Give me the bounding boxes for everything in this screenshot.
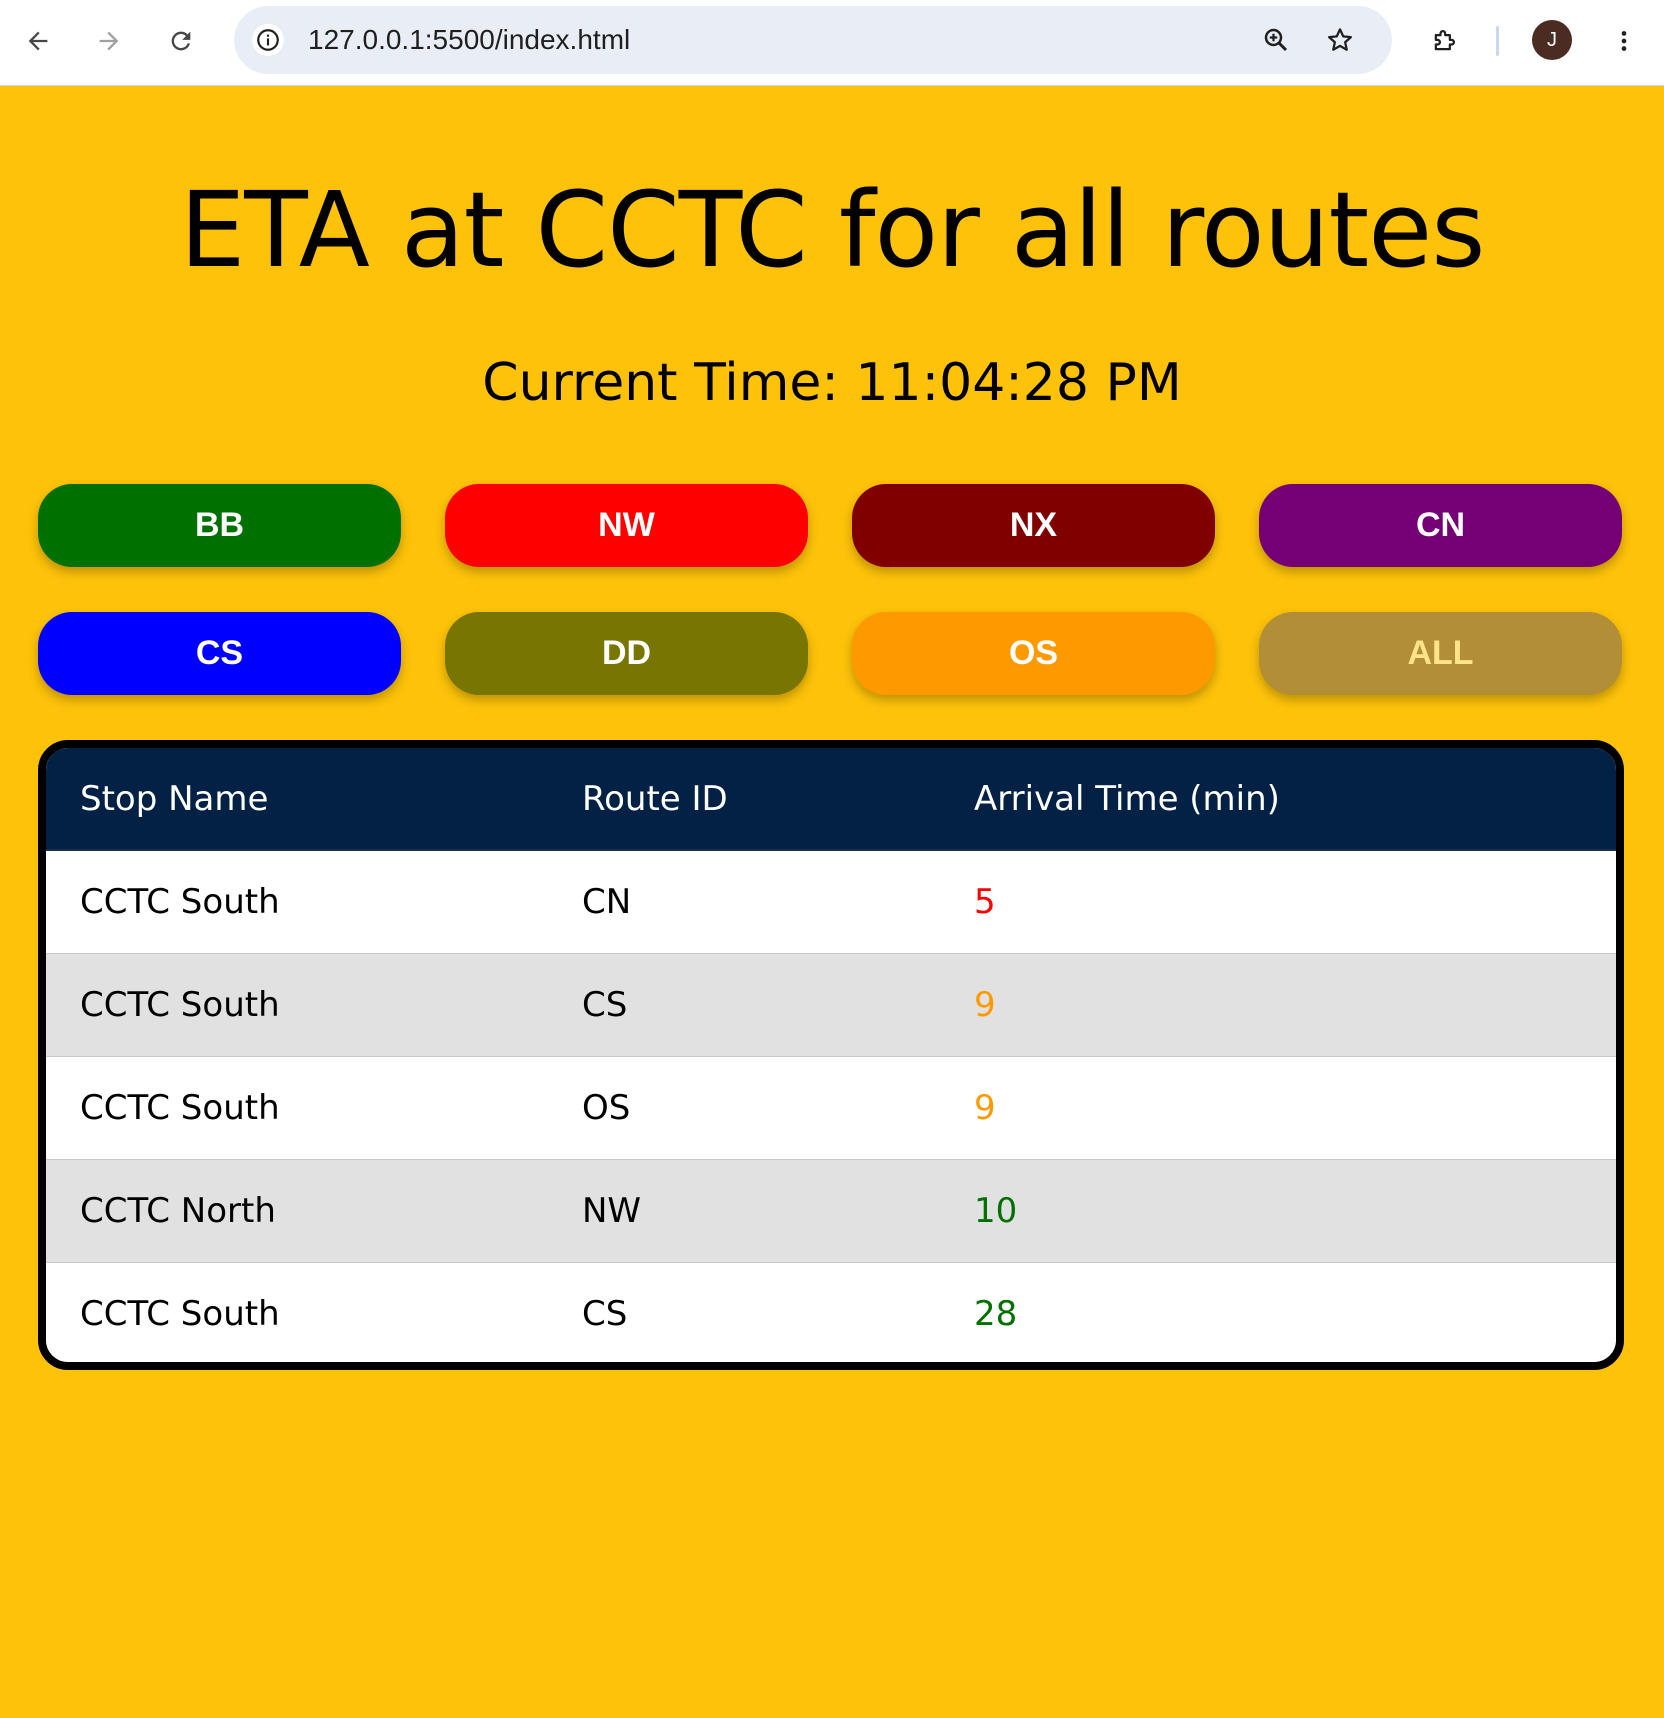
- reload-button[interactable]: [159, 19, 203, 63]
- table-row: CCTC South CS 9: [46, 953, 1616, 1057]
- cell-arrival-time: 10: [940, 1159, 1616, 1263]
- table-row: CCTC South CS 28: [46, 1262, 1616, 1362]
- table-row: CCTC North NW 10: [46, 1159, 1616, 1263]
- cell-route-id: CS: [548, 953, 940, 1057]
- table-header-row: Stop Name Route ID Arrival Time (min): [46, 748, 1616, 851]
- eta-table: Stop Name Route ID Arrival Time (min) CC…: [38, 740, 1624, 1370]
- extensions-button[interactable]: [1422, 19, 1466, 63]
- cell-arrival-time: 28: [940, 1262, 1616, 1362]
- route-button-os[interactable]: OS: [852, 612, 1215, 695]
- table-row: CCTC South CN 5: [46, 849, 1616, 954]
- route-button-nx[interactable]: NX: [852, 484, 1215, 567]
- header-route-id[interactable]: Route ID: [548, 748, 940, 851]
- address-bar[interactable]: 127.0.0.1:5500/index.html: [234, 6, 1392, 74]
- arrow-left-icon: [28, 31, 48, 51]
- route-button-dd[interactable]: DD: [445, 612, 808, 695]
- header-arrival-time[interactable]: Arrival Time (min): [940, 748, 1616, 851]
- current-time: Current Time: 11:04:28 PM: [0, 348, 1664, 418]
- page-title: ETA at CCTC for all routes: [179, 169, 1486, 291]
- route-button-all[interactable]: ALL: [1259, 612, 1622, 695]
- menu-button[interactable]: [1602, 19, 1646, 63]
- cell-stop-name: CCTC South: [46, 1056, 548, 1160]
- profile-avatar[interactable]: J: [1532, 20, 1572, 60]
- current-time-value: 11:04:28 PM: [855, 353, 1182, 413]
- browser-toolbar: 127.0.0.1:5500/index.html J: [0, 0, 1664, 86]
- cell-stop-name: CCTC South: [46, 849, 548, 954]
- cell-route-id: NW: [548, 1159, 940, 1263]
- cell-route-id: CS: [548, 1262, 940, 1362]
- cell-stop-name: CCTC South: [46, 953, 548, 1057]
- cell-stop-name: CCTC South: [46, 1262, 548, 1362]
- puzzle-icon: [1434, 30, 1455, 51]
- cell-arrival-time: 5: [940, 849, 1616, 954]
- route-button-bb[interactable]: BB: [38, 484, 401, 567]
- toolbar-divider: [1496, 26, 1499, 56]
- cell-arrival-time: 9: [940, 1056, 1616, 1160]
- zoom-icon[interactable]: [1258, 22, 1294, 58]
- header-stop-name[interactable]: Stop Name: [46, 748, 548, 851]
- route-button-cn[interactable]: CN: [1259, 484, 1622, 567]
- route-button-cs[interactable]: CS: [38, 612, 401, 695]
- url-text[interactable]: 127.0.0.1:5500/index.html: [308, 6, 630, 74]
- table-row: CCTC South OS 9: [46, 1056, 1616, 1160]
- route-button-nw[interactable]: NW: [445, 484, 808, 567]
- current-time-label: Current Time:: [482, 353, 839, 413]
- cell-route-id: CN: [548, 849, 940, 954]
- arrow-right-icon: [99, 31, 119, 51]
- cell-arrival-time: 9: [940, 953, 1616, 1057]
- bookmark-star-icon[interactable]: [1322, 22, 1358, 58]
- cell-route-id: OS: [548, 1056, 940, 1160]
- cell-stop-name: CCTC North: [46, 1159, 548, 1263]
- more-vert-icon: [1621, 31, 1627, 51]
- forward-button[interactable]: [87, 19, 131, 63]
- site-info-icon[interactable]: [252, 24, 284, 56]
- route-filter-buttons: BB NW NX CN CS DD OS ALL: [38, 484, 1624, 695]
- back-button[interactable]: [16, 19, 60, 63]
- reload-icon: [171, 31, 191, 51]
